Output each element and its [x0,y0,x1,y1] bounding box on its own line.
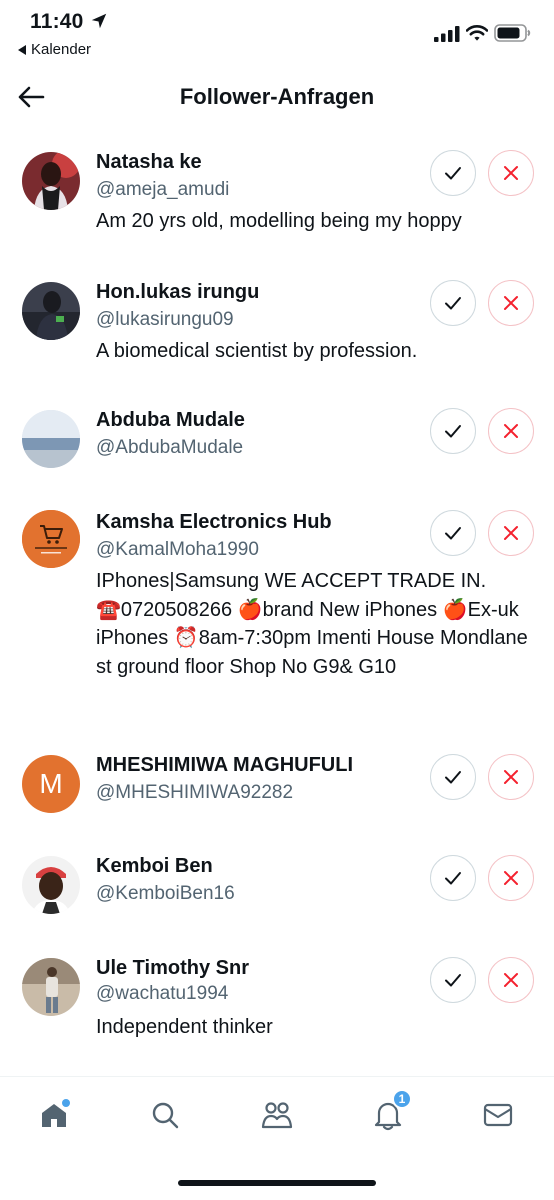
checkmark-icon [445,297,461,310]
accept-button[interactable] [430,957,476,1003]
user-bio: IPhones|Samsung WE ACCEPT TRADE IN. ☎️07… [96,570,528,678]
checkmark-icon [445,974,461,987]
close-icon [504,770,518,784]
back-app-label: Kalender [31,41,92,58]
decline-button[interactable] [488,754,534,800]
tab-notifications[interactable]: 1 [368,1089,412,1135]
back-to-app-link[interactable]: Kalender [18,41,91,58]
avatar-photo [22,410,80,468]
user-name[interactable]: MHESHIMIWA MAGHUFULI [96,754,353,777]
decline-button[interactable] [488,510,534,556]
avatar-photo [22,856,80,914]
accept-button[interactable] [430,150,476,196]
accept-button[interactable] [430,754,476,800]
close-icon [504,871,518,885]
checkmark-icon [445,771,461,784]
avatar[interactable] [22,510,80,568]
decline-button[interactable] [488,280,534,326]
user-handle[interactable]: @MHESHIMIWA92282 [96,782,293,804]
user-name[interactable]: Hon.lukas irungu [96,281,259,304]
user-name[interactable]: Ule Timothy Snr [96,957,249,980]
page-title: Follower-Anfragen [179,84,375,109]
checkmark-icon [445,167,461,180]
avatar[interactable] [22,856,80,914]
notification-badge: 1 [392,1089,412,1109]
close-icon [504,526,518,540]
decline-button[interactable] [488,855,534,901]
cellular-signal-icon [434,26,460,42]
accept-button[interactable] [430,510,476,556]
checkmark-icon [445,527,461,540]
avatar[interactable] [22,152,80,210]
tab-messages[interactable] [478,1095,518,1135]
header: Follower-Anfragen [0,72,554,126]
avatar[interactable] [22,410,80,468]
location-arrow-icon [91,13,107,29]
tab-communities[interactable] [257,1095,297,1135]
user-handle[interactable]: @KemboiBen16 [96,883,235,905]
close-icon [504,424,518,438]
tab-home[interactable] [34,1095,74,1135]
avatar[interactable]: M [22,755,80,813]
accept-button[interactable] [430,408,476,454]
close-icon [504,973,518,987]
user-handle[interactable]: @wachatu1994 [96,983,228,1005]
status-time: 11:40 [30,10,84,33]
user-bio: Am 20 yrs old, modelling being my hoppy [96,210,462,232]
checkmark-icon [445,872,461,885]
battery-icon [494,24,531,42]
home-indicator[interactable] [178,1180,376,1186]
search-icon [152,1102,179,1129]
new-content-dot [62,1099,70,1107]
user-name[interactable]: Kamsha Electronics Hub [96,511,332,534]
user-name[interactable]: Kemboi Ben [96,855,213,878]
accept-button[interactable] [430,280,476,326]
shopping-cart-logo [22,510,80,568]
decline-button[interactable] [488,150,534,196]
tab-search[interactable] [145,1095,185,1135]
user-handle[interactable]: @ameja_amudi [96,179,229,201]
wifi-icon [466,25,488,41]
user-name[interactable]: Natasha ke [96,151,202,174]
avatar-initial: M [39,768,63,799]
avatar[interactable] [22,958,80,1016]
avatar-photo [22,958,80,1016]
avatar-photo [22,282,80,340]
checkmark-icon [445,425,461,438]
close-icon [504,296,518,310]
user-handle[interactable]: @KamalMoha1990 [96,539,259,561]
avatar-photo [22,152,80,210]
user-handle[interactable]: @AbdubaMudale [96,437,243,459]
status-bar: 11:40 Kalender [0,0,554,64]
user-name[interactable]: Abduba Mudale [96,409,245,432]
avatar[interactable] [22,282,80,340]
user-bio: Independent thinker [96,1016,273,1038]
decline-button[interactable] [488,957,534,1003]
user-bio: A biomedical scientist by profession. [96,340,418,362]
decline-button[interactable] [488,408,534,454]
user-handle[interactable]: @lukasirungu09 [96,309,234,331]
messages-icon [483,1103,513,1127]
close-icon [504,166,518,180]
accept-button[interactable] [430,855,476,901]
back-triangle-icon [18,44,26,55]
communities-icon [261,1102,293,1129]
